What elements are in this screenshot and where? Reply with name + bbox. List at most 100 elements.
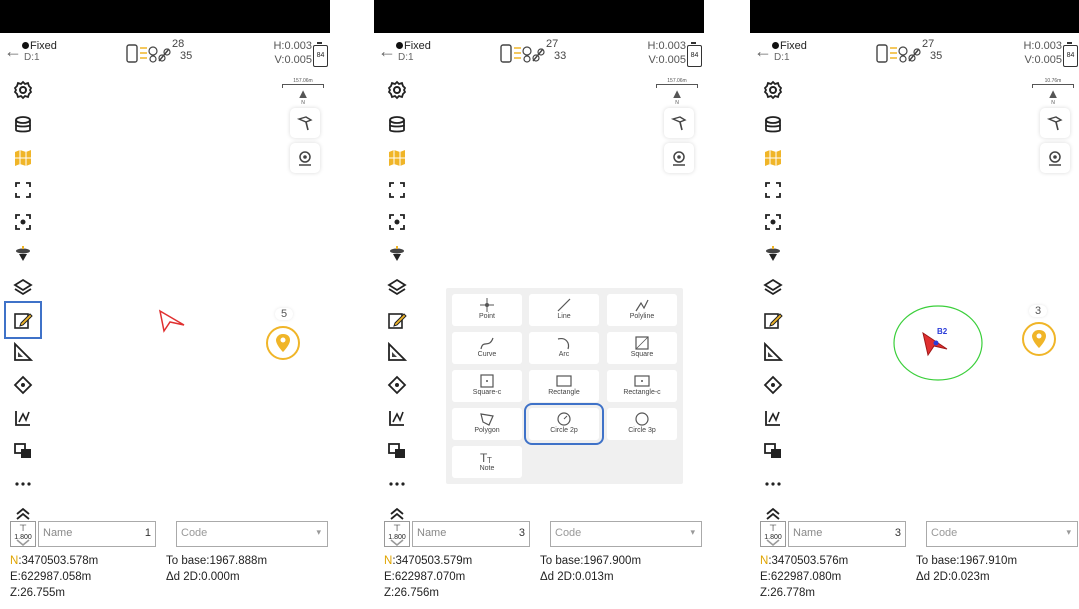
collect-point-button[interactable] [266,326,300,360]
more-icon[interactable] [384,471,410,497]
location-pin-icon[interactable] [664,143,694,173]
layers-icon[interactable] [384,274,410,300]
measure-chart-icon[interactable] [384,405,410,431]
map-icon[interactable] [10,145,36,171]
tool-point-button[interactable]: Point [452,294,522,326]
stakeout-icon[interactable] [384,372,410,398]
draw-tool-icon[interactable] [4,301,42,339]
v-precision: V:0.005 [1024,54,1062,66]
fullscreen-icon[interactable] [384,177,410,203]
window-switch-icon[interactable] [384,438,410,464]
device-status-icon[interactable] [875,43,921,65]
tool-rectangle-c-button[interactable]: Rectangle-c [607,370,677,402]
location-pin-icon[interactable] [1040,143,1070,173]
tool-circle-3p-button[interactable]: Circle 3p [607,408,677,440]
device-status-icon[interactable] [499,43,545,65]
point-code-select[interactable]: Code ▾ [926,521,1078,547]
antenna-height-button[interactable]: ⊤ 1.800 [10,521,36,547]
survey-pole-icon[interactable] [290,108,320,138]
northing-letter: N [384,555,393,567]
tool-line-button[interactable]: Line [529,294,599,326]
more-icon[interactable] [760,471,786,497]
back-arrow-icon[interactable]: ← [754,42,772,60]
settings-gear-icon[interactable] [10,77,36,103]
measure-chart-icon[interactable] [760,405,786,431]
tool-square-c-button[interactable]: Square-c [452,370,522,402]
fix-status[interactable]: Fixed D:1 [396,40,431,64]
window-switch-icon[interactable] [10,438,36,464]
top-bar: ← Fixed D:1 28 35 H:0.003 V:0.005 84 [0,33,330,73]
fix-status[interactable]: Fixed D:1 [772,40,807,64]
antenna-height-button[interactable]: ⊤ 1.800 [384,521,410,547]
locate-center-icon[interactable] [10,209,36,235]
map-icon[interactable] [384,145,410,171]
scale-bar: 157.06m ▲ N [656,78,698,110]
tool-rectangle-button[interactable]: Rectangle [529,370,599,402]
map-icon[interactable] [760,145,786,171]
sat-used: 27 [546,38,559,50]
tool-label: Point [479,313,495,320]
settings-gear-icon[interactable] [384,77,410,103]
pole-icon: ⊤ [19,523,27,533]
layers-icon[interactable] [10,274,36,300]
tool-arc-button[interactable]: Arc [529,332,599,364]
gnss-antenna-icon[interactable] [760,241,786,267]
map-canvas[interactable] [750,73,1079,518]
window-switch-icon[interactable] [760,438,786,464]
h-precision: H:0.003 [1023,40,1062,52]
scale-bar: 10.76m ▲ N [1032,78,1074,110]
point-code-select[interactable]: Code ▾ [176,521,328,547]
database-icon[interactable] [384,112,410,138]
gnss-antenna-icon[interactable] [384,241,410,267]
tool-circle-2p-button[interactable]: Circle 2p [524,403,604,445]
satellite-count[interactable]: 28 35 [172,39,192,62]
tool-square-button[interactable]: Square [607,332,677,364]
tool-curve-button[interactable]: Curve [452,332,522,364]
measure-area-icon[interactable] [760,339,786,365]
point-name-input[interactable]: Name 3 [412,521,530,547]
north-label: N [675,100,679,106]
more-icon[interactable] [10,471,36,497]
tool-polyline-button[interactable]: Polyline [607,294,677,326]
note-icon: TT [452,449,522,465]
point-code-select[interactable]: Code ▾ [550,521,702,547]
point-name-input[interactable]: Name 1 [38,521,156,547]
circle-2p-icon [529,411,599,427]
antenna-height-button[interactable]: ⊤ 1.800 [760,521,786,547]
device-status-icon[interactable] [125,43,171,65]
phone-screen-3: ← Fixed D:1 27 35 H:0.003 V:0.005 84 10.76m… [750,0,1079,609]
tool-note-button[interactable]: T T Note [452,446,522,478]
point-input-row: ⊤ 1.800 Name 3 Code ▾ [758,520,1078,548]
collect-point-button[interactable] [1022,322,1056,356]
measure-chart-icon[interactable] [10,405,36,431]
map-canvas[interactable] [0,73,330,518]
stakeout-icon[interactable] [10,372,36,398]
draw-tool-icon[interactable] [384,307,410,333]
back-arrow-icon[interactable]: ← [378,42,396,60]
rectangle-icon [529,373,599,389]
satellite-count[interactable]: 27 33 [546,38,566,62]
stakeout-icon[interactable] [760,372,786,398]
survey-pole-icon[interactable] [664,108,694,138]
back-arrow-icon[interactable]: ← [4,42,22,60]
survey-pole-icon[interactable] [1040,108,1070,138]
satellite-count[interactable]: 27 35 [922,39,942,62]
database-icon[interactable] [760,112,786,138]
easting-value: E:622987.080m [760,571,842,583]
measure-area-icon[interactable] [10,339,36,365]
point-name-input[interactable]: Name 3 [788,521,906,547]
fix-status[interactable]: Fixed D:1 [22,40,57,64]
settings-gear-icon[interactable] [760,77,786,103]
fullscreen-icon[interactable] [10,177,36,203]
gnss-antenna-icon[interactable] [10,241,36,267]
layers-icon[interactable] [760,274,786,300]
database-icon[interactable] [10,112,36,138]
locate-center-icon[interactable] [760,209,786,235]
tool-polygon-button[interactable]: Polygon [452,408,522,440]
locate-center-icon[interactable] [384,209,410,235]
measure-area-icon[interactable] [384,339,410,365]
to-base-distance: To base:1967.900m [540,555,642,567]
fullscreen-icon[interactable] [760,177,786,203]
location-pin-icon[interactable] [290,143,320,173]
draw-tool-icon[interactable] [760,307,786,333]
